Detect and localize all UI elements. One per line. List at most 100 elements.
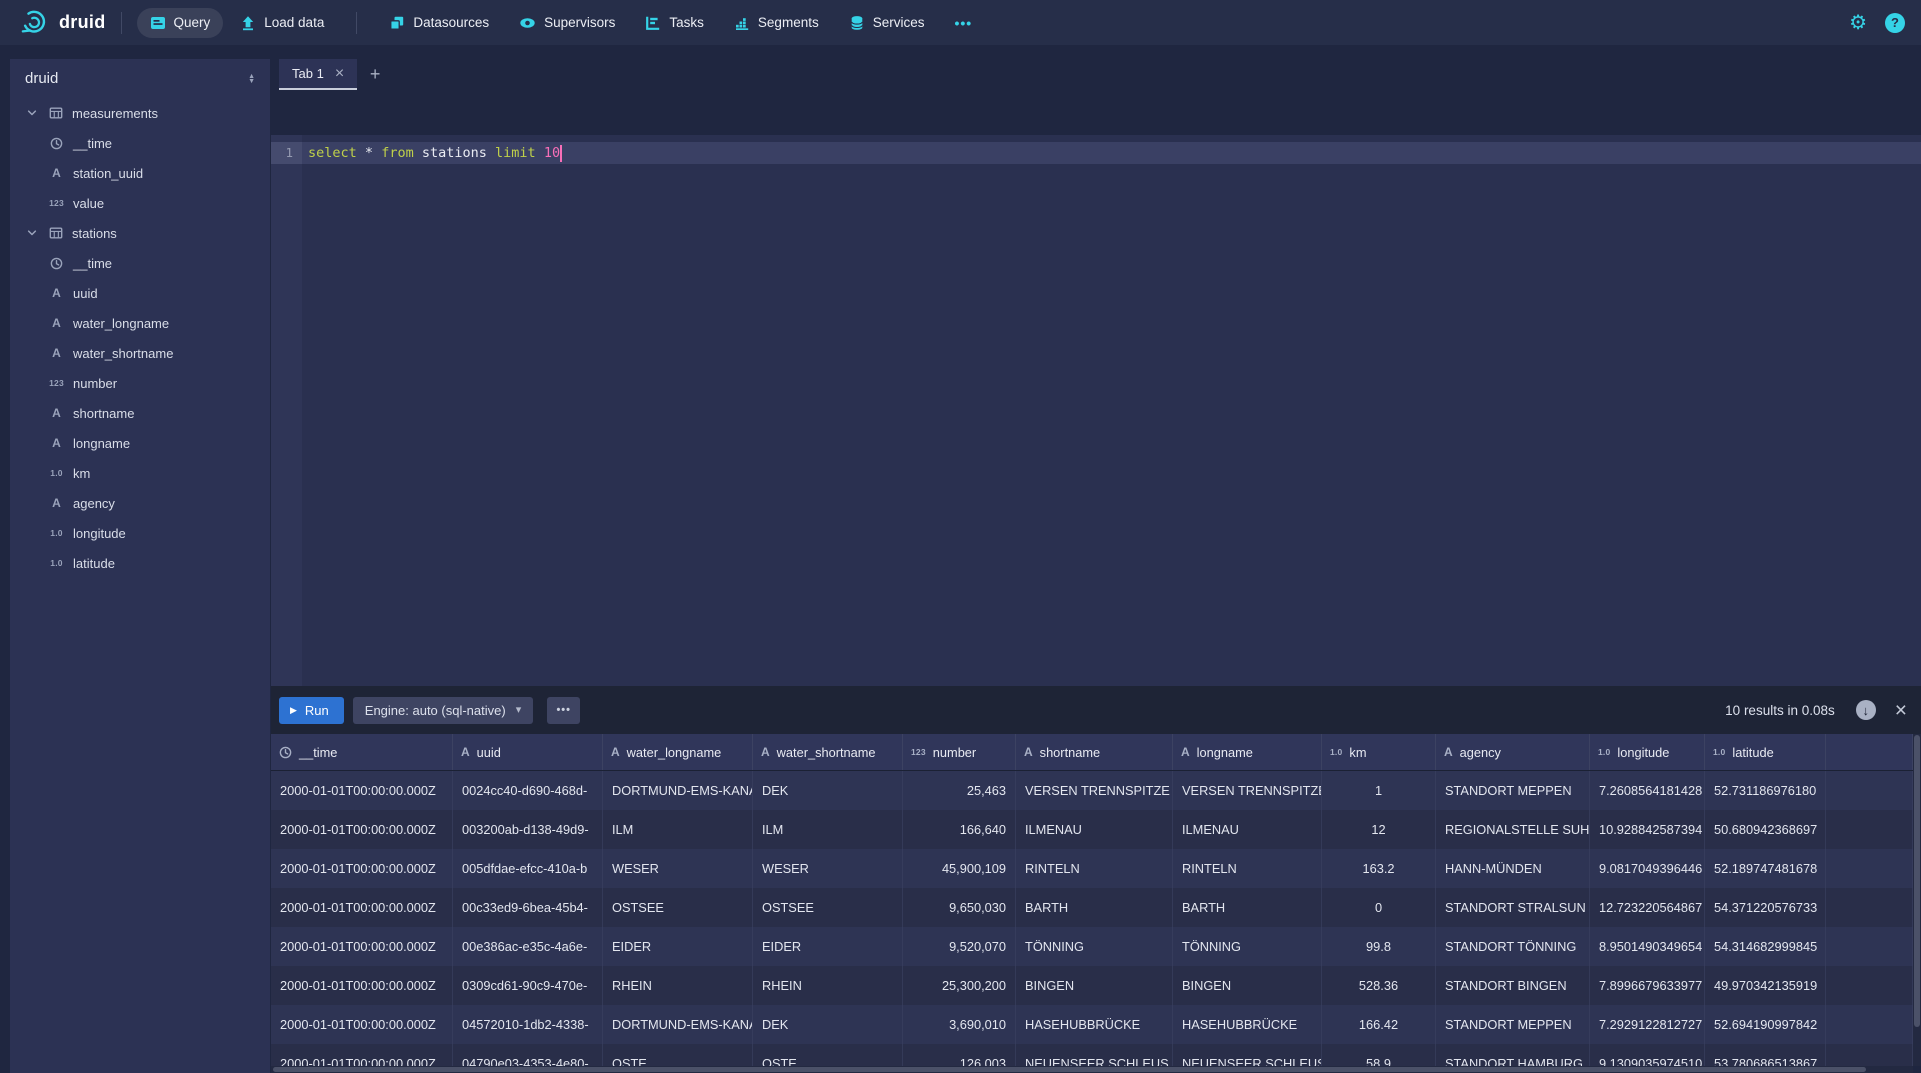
cell-longname[interactable]: ILMENAU — [1173, 810, 1322, 849]
cell-number[interactable]: 9,650,030 — [903, 888, 1016, 927]
cell-shortname[interactable]: HASEHUBBRÜCKE — [1016, 1005, 1173, 1044]
new-tab-button[interactable]: + — [357, 59, 393, 90]
cell-water_longname[interactable]: DORTMUND-EMS-KANAL — [603, 771, 753, 810]
column-header-agency[interactable]: Aagency — [1436, 734, 1590, 770]
cell-filler[interactable] — [1826, 888, 1913, 927]
cell-number[interactable]: 9,520,070 — [903, 927, 1016, 966]
cell-longitude[interactable]: 7.8996679633977 — [1590, 966, 1705, 1005]
cell-latitude[interactable]: 53.780686513867 — [1705, 1044, 1826, 1066]
sidebar-column-longitude[interactable]: 1.0longitude — [10, 518, 270, 548]
cell-water_longname[interactable]: DORTMUND-EMS-KANAL — [603, 1005, 753, 1044]
run-button[interactable]: ▶ Run — [279, 697, 344, 724]
cell-__time[interactable]: 2000-01-01T00:00:00.000Z — [271, 849, 453, 888]
cell-number[interactable]: 25,300,200 — [903, 966, 1016, 1005]
cell-km[interactable]: 166.42 — [1322, 1005, 1436, 1044]
cell-number[interactable]: 166,640 — [903, 810, 1016, 849]
cell-water_shortname[interactable]: WESER — [753, 849, 903, 888]
cell-number[interactable]: 3,690,010 — [903, 1005, 1016, 1044]
cell-agency[interactable]: STANDORT TÖNNING — [1436, 927, 1590, 966]
sidebar-column-number[interactable]: 123number — [10, 368, 270, 398]
druid-logo[interactable]: druid — [20, 9, 106, 36]
sql-editor[interactable]: 1 select * from stations limit 10 — [271, 135, 1921, 686]
cell-uuid[interactable]: 00e386ac-e35c-4a6e- — [453, 927, 603, 966]
cell-longname[interactable]: HASEHUBBRÜCKE — [1173, 1005, 1322, 1044]
sidebar-column-__time[interactable]: __time — [10, 128, 270, 158]
cell-water_longname[interactable]: OSTSEE — [603, 888, 753, 927]
column-header-shortname[interactable]: Ashortname — [1016, 734, 1173, 770]
help-icon[interactable]: ? — [1885, 13, 1905, 33]
cell-__time[interactable]: 2000-01-01T00:00:00.000Z — [271, 810, 453, 849]
tab-close-icon[interactable]: × — [335, 66, 344, 82]
cell-shortname[interactable]: BARTH — [1016, 888, 1173, 927]
cell-longitude[interactable]: 8.9501490349654 — [1590, 927, 1705, 966]
cell-latitude[interactable]: 54.314682999845 — [1705, 927, 1826, 966]
cell-water_shortname[interactable]: EIDER — [753, 927, 903, 966]
cell-water_shortname[interactable]: DEK — [753, 771, 903, 810]
double-caret-vertical-icon[interactable]: ▲▼ — [248, 74, 255, 84]
cell-shortname[interactable]: ILMENAU — [1016, 810, 1173, 849]
cell-filler[interactable] — [1826, 810, 1913, 849]
cell-uuid[interactable]: 0309cd61-90c9-470e- — [453, 966, 603, 1005]
column-header-km[interactable]: 1.0km — [1322, 734, 1436, 770]
cell-__time[interactable]: 2000-01-01T00:00:00.000Z — [271, 888, 453, 927]
cell-km[interactable]: 0 — [1322, 888, 1436, 927]
sidebar-table-measurements[interactable]: measurements — [10, 98, 270, 128]
cell-water_shortname[interactable]: OSTE — [753, 1044, 903, 1066]
cell-km[interactable]: 58.9 — [1322, 1044, 1436, 1066]
engine-select[interactable]: Engine: auto (sql-native) ▾ — [353, 697, 533, 724]
cell-filler[interactable] — [1826, 1044, 1913, 1066]
horizontal-scrollbar[interactable] — [271, 1066, 1913, 1073]
sidebar-table-stations[interactable]: stations — [10, 218, 270, 248]
cell-longname[interactable]: BINGEN — [1173, 966, 1322, 1005]
cell-longname[interactable]: TÖNNING — [1173, 927, 1322, 966]
cell-filler[interactable] — [1826, 927, 1913, 966]
cell-uuid[interactable]: 04790e03-4353-4e80- — [453, 1044, 603, 1066]
cell-filler[interactable] — [1826, 849, 1913, 888]
cell-longname[interactable]: BARTH — [1173, 888, 1322, 927]
column-header-water_longname[interactable]: Awater_longname — [603, 734, 753, 770]
tab-tab1[interactable]: Tab 1 × — [279, 59, 357, 90]
download-icon[interactable]: ↓ — [1856, 700, 1876, 720]
query-more-button[interactable]: ••• — [547, 697, 580, 724]
cell-uuid[interactable]: 04572010-1db2-4338- — [453, 1005, 603, 1044]
cell-shortname[interactable]: TÖNNING — [1016, 927, 1173, 966]
nav-item-segments[interactable]: Segments — [721, 8, 832, 38]
cell-water_longname[interactable]: OSTE — [603, 1044, 753, 1066]
vertical-scrollbar[interactable] — [1913, 734, 1921, 1066]
cell-longitude[interactable]: 9.1309035974510 — [1590, 1044, 1705, 1066]
cell-filler[interactable] — [1826, 771, 1913, 810]
column-header-latitude[interactable]: 1.0latitude — [1705, 734, 1826, 770]
cell-number[interactable]: 126,003 — [903, 1044, 1016, 1066]
cell-km[interactable]: 163.2 — [1322, 849, 1436, 888]
cell-__time[interactable]: 2000-01-01T00:00:00.000Z — [271, 927, 453, 966]
cell-latitude[interactable]: 50.680942368697 — [1705, 810, 1826, 849]
nav-more-button[interactable]: ••• — [941, 8, 985, 38]
cell-number[interactable]: 45,900,109 — [903, 849, 1016, 888]
cell-agency[interactable]: STANDORT MEPPEN — [1436, 771, 1590, 810]
cell-agency[interactable]: STANDORT STRALSUN — [1436, 888, 1590, 927]
cell-__time[interactable]: 2000-01-01T00:00:00.000Z — [271, 771, 453, 810]
column-header-longname[interactable]: Alongname — [1173, 734, 1322, 770]
column-header-uuid[interactable]: Auuid — [453, 734, 603, 770]
cell-__time[interactable]: 2000-01-01T00:00:00.000Z — [271, 966, 453, 1005]
horizontal-scrollbar-thumb[interactable] — [273, 1067, 1866, 1072]
close-results-icon[interactable]: × — [1895, 700, 1907, 721]
cell-longitude[interactable]: 12.723220564867 — [1590, 888, 1705, 927]
cell-longitude[interactable]: 9.0817049396446 — [1590, 849, 1705, 888]
cell-shortname[interactable]: BINGEN — [1016, 966, 1173, 1005]
cell-uuid[interactable]: 005dfdae-efcc-410a-b — [453, 849, 603, 888]
cell-shortname[interactable]: NEUENSEER SCHLEUS — [1016, 1044, 1173, 1066]
sidebar-column-uuid[interactable]: Auuid — [10, 278, 270, 308]
cell-latitude[interactable]: 52.189747481678 — [1705, 849, 1826, 888]
sidebar-column-km[interactable]: 1.0km — [10, 458, 270, 488]
cell-latitude[interactable]: 54.371220576733 — [1705, 888, 1826, 927]
sidebar-column-station_uuid[interactable]: Astation_uuid — [10, 158, 270, 188]
sidebar-column-value[interactable]: 123value — [10, 188, 270, 218]
cell-__time[interactable]: 2000-01-01T00:00:00.000Z — [271, 1005, 453, 1044]
nav-item-query[interactable]: Query — [137, 8, 224, 38]
cell-km[interactable]: 99.8 — [1322, 927, 1436, 966]
cell-water_shortname[interactable]: OSTSEE — [753, 888, 903, 927]
cell-number[interactable]: 25,463 — [903, 771, 1016, 810]
sidebar-column-longname[interactable]: Alongname — [10, 428, 270, 458]
nav-item-supervisors[interactable]: Supervisors — [506, 8, 628, 38]
